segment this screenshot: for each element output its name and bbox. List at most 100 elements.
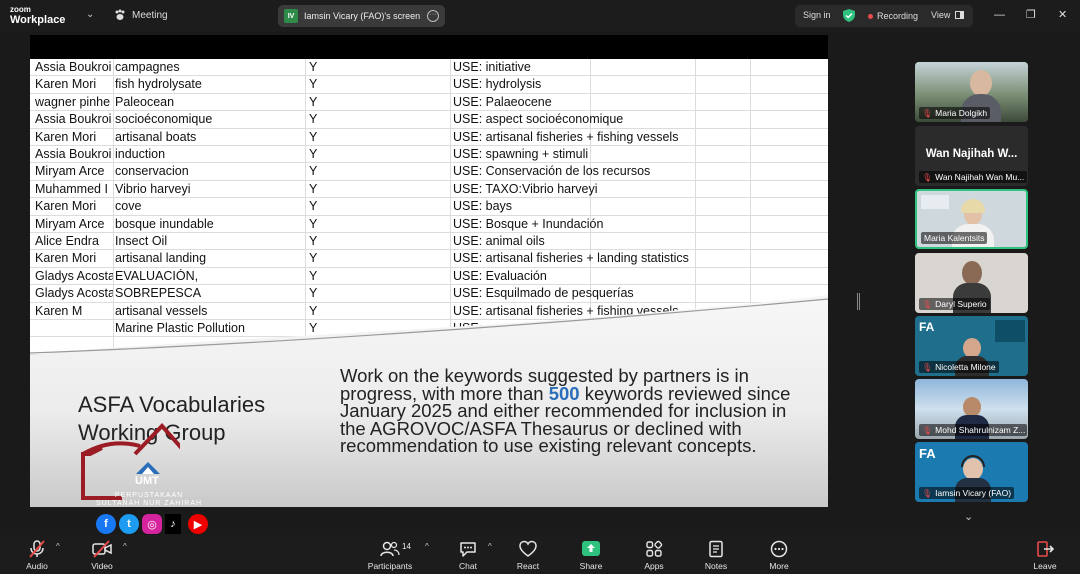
recommendation-cell: USE: Evaluación [453,268,547,283]
author-cell: Assia Boukroi [35,60,112,74]
facebook-icon: f [96,514,116,534]
participant-face [970,70,992,96]
recommendation-cell: USE: Palaeocene [453,94,552,109]
recording-indicator[interactable]: Recording [868,11,918,21]
participant-tile[interactable]: 🎙 Mohd Shahrulnizam Z... [915,379,1028,439]
participant-name: Wan Najihah Wan Mu... [935,172,1025,182]
panel-resize-handle[interactable] [857,293,860,310]
author-cell: Alice Endra [35,234,99,248]
participants-button[interactable]: Participants [360,540,420,571]
mic-muted-icon: 🎙 [922,299,933,309]
recommendation-cell: USE: artisanal fisheries + fishing vesse… [453,129,679,144]
mic-muted-icon: 🎙 [922,425,933,435]
leave-button[interactable]: Leave [1015,540,1075,571]
umt-crest-icon [136,462,160,474]
sign-in-button[interactable]: Sign in [803,10,831,20]
audio-options-caret-icon[interactable]: ^ [56,542,60,551]
apps-button[interactable]: Apps [624,540,684,571]
spreadsheet-row: wagner pinhe Paleocean Y USE: Palaeocene [30,94,828,112]
view-menu-button[interactable]: View [931,10,965,20]
participant-face [963,338,981,358]
video-options-caret-icon[interactable]: ^ [123,542,127,551]
participant-tile[interactable]: Wan Najihah W... 🎙 Wan Najihah Wan Mu... [915,126,1028,186]
spreadsheet-row: Karen Mori artisanal landing Y USE: artisan… [30,250,828,268]
recommendation-cell: USE: Conservación de los recursos [453,164,651,179]
paw-icon [115,9,125,20]
maximize-icon[interactable]: ❐ [1026,9,1036,21]
youtube-icon: ▶ [188,514,208,534]
chevron-down-icon[interactable]: ⌄ [964,510,973,523]
author-cell: Karen Mori [35,77,97,92]
app-name-line2: Workplace [10,14,66,26]
slide-title-line1: ASFA Vocabularies [78,392,266,417]
chat-label: Chat [459,561,477,571]
spreadsheet-row: Assia Boukroi induction Y USE: spawning + s… [30,146,828,164]
flag-cell: Y [309,234,318,248]
shield-check-icon[interactable] [843,9,855,22]
share-button[interactable]: Share [561,540,621,571]
participant-name-label: Maria Kalentsits [921,232,988,244]
recommendation-cell: USE: aspect socioéconomique [453,112,624,127]
meeting-menu[interactable]: Meeting [114,9,168,21]
share-screen-icon [582,541,600,556]
keyword-cell: artisanal landing [115,251,207,266]
spreadsheet-row: Karen Mori artisanal boats Y USE: artisanal… [30,129,828,146]
recommendation-cell: USE: Bosque + Inundación [453,216,604,231]
mic-muted-icon: 🎙 [922,172,933,182]
chevron-down-icon[interactable]: ⌄ [86,9,94,20]
author-cell: Karen Mori [35,251,97,266]
keyword-cell: EVALUACIÓN, [115,268,199,283]
fao-logo-icon [921,195,949,209]
spreadsheet-row: Karen Mori cove Y USE: bays [30,198,828,216]
participant-face [963,397,981,417]
participant-tile[interactable]: 🎙 Daryl Superio [915,253,1028,313]
keyword-cell: campagnes [115,60,180,74]
participant-tile-active-speaker[interactable]: Maria Kalentsits [915,189,1028,249]
recommendation-cell: USE: TAXO:Vibrio harveyi [453,181,598,196]
participant-name: Daryl Superio [935,299,987,309]
author-cell: Karen Mori [35,129,97,144]
library-line2: SULTANAH NUR ZAHIRAH [96,500,203,507]
more-options-icon[interactable]: ··· [427,10,439,22]
recording-label: Recording [877,11,919,21]
share-title: Iamsin Vicary (FAO)'s screen [304,11,421,21]
keyword-cell: cove [115,199,142,214]
close-icon[interactable]: ✕ [1058,9,1067,21]
chat-icon [460,542,476,557]
spreadsheet-row: Miryam Arce bosque inundable Y USE: Bosque … [30,216,828,233]
keyword-cell: bosque inundable [115,216,214,231]
participant-tile[interactable]: 🎙 Maria Dolgikh [915,62,1028,122]
spreadsheet-row: Muhammed I Vibrio harveyi Y USE: TAXO:Vibri… [30,181,828,199]
minimize-icon[interactable]: — [994,9,1005,21]
participant-display-name: Wan Najihah W... [925,148,1018,160]
author-cell: Assia Boukroi [35,147,112,161]
flag-cell: Y [309,147,318,161]
zoom-logo[interactable]: zoom Workplace [10,5,66,26]
chat-options-caret-icon[interactable]: ^ [488,542,492,551]
flag-cell: Y [309,199,318,214]
leave-label: Leave [1033,561,1057,571]
view-label: View [931,10,951,20]
flag-cell: Y [309,94,318,109]
notes-button[interactable]: Notes [686,540,746,571]
instagram-icon: ◎ [142,514,162,534]
heart-icon [519,540,537,557]
participant-tile[interactable]: FA 🎙 Iamsin Vicary (FAO) [915,442,1028,502]
participant-name: Mohd Shahrulnizam Z... [935,425,1026,435]
participants-options-caret-icon[interactable]: ^ [425,542,429,551]
leave-icon [1037,541,1054,557]
keyword-cell: fish hydrolysate [115,77,202,92]
participant-tile[interactable]: FA 🎙 Nicoletta Milone [915,316,1028,376]
more-label: More [769,561,789,571]
more-button[interactable]: More [749,540,809,571]
participants-count: 14 [402,542,411,551]
presenter-initials-badge: IV [284,9,298,23]
flag-cell: Y [309,129,318,144]
view-layout-icon [955,11,965,19]
spreadsheet-row: Gladys Acosta EVALUACIÓN, Y USE: Evaluación [30,268,828,286]
slide-body-text: Work on the keywords suggested by partne… [340,366,810,454]
screen-share-indicator[interactable]: IV Iamsin Vicary (FAO)'s screen ··· [278,5,445,27]
camera-off-icon [92,540,112,558]
react-button[interactable]: React [498,540,558,571]
keyword-cell: induction [115,147,166,161]
